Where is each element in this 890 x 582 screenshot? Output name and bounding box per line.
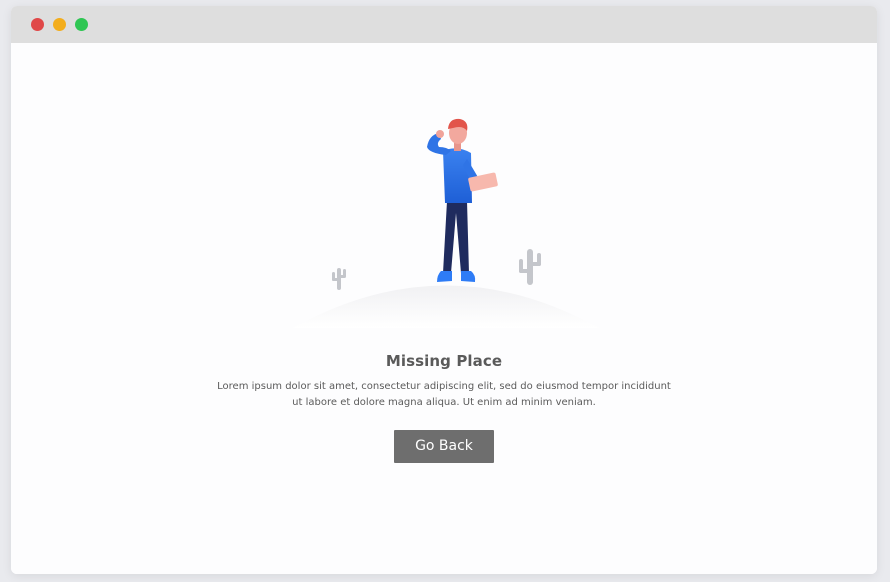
minimize-window-button[interactable] [53, 18, 66, 31]
zoom-window-button[interactable] [75, 18, 88, 31]
description-line: ut labore et dolore magna aliqua. Ut eni… [292, 397, 596, 408]
description-line: Lorem ipsum dolor sit amet, consectetur … [217, 381, 671, 392]
person-confused-in-desert-icon [293, 118, 599, 328]
browser-window: Missing Place Lorem ipsum dolor sit amet… [11, 6, 877, 574]
page-content: Missing Place Lorem ipsum dolor sit amet… [11, 43, 877, 574]
page-description: Lorem ipsum dolor sit amet, consectetur … [211, 379, 677, 411]
cactus-icon [519, 249, 541, 285]
go-back-button[interactable]: Go Back [394, 430, 494, 463]
window-titlebar [11, 6, 877, 44]
close-window-button[interactable] [31, 18, 44, 31]
cactus-icon [332, 268, 346, 290]
page-title: Missing Place [385, 352, 503, 370]
